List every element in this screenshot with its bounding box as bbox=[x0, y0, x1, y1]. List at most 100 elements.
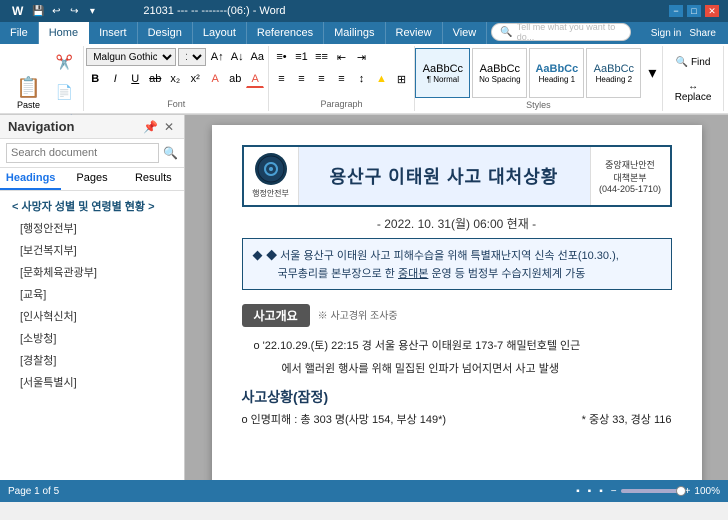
paste-button[interactable]: 📋Paste bbox=[9, 64, 49, 120]
right-agency-text: 중앙재난안전 대책본부 (044-205-1710) bbox=[599, 158, 661, 194]
zoom-out-button[interactable]: − bbox=[611, 486, 617, 497]
nav-close-button[interactable]: ✕ bbox=[162, 120, 176, 134]
zoom-thumb bbox=[676, 486, 686, 496]
quick-save[interactable]: 💾 bbox=[31, 4, 45, 18]
align-left-button[interactable]: ≡ bbox=[272, 70, 290, 88]
para2: 에서 핼러윈 행사를 위해 밀집된 인파가 넘어지면서 사고 발생 bbox=[270, 360, 672, 379]
style-h1-preview: AaBbCc bbox=[535, 63, 578, 75]
tab-file[interactable]: File bbox=[0, 22, 39, 44]
style-heading1[interactable]: AaBbCc Heading 1 bbox=[529, 48, 584, 98]
doc-logo-area: 행정안전부 bbox=[244, 147, 299, 205]
tell-me-box[interactable]: 🔍 Tell me what you want to do... bbox=[491, 23, 631, 41]
font-color-button[interactable]: A bbox=[246, 70, 264, 88]
ribbon-content: 📋Paste ✂️ 📄 🖌️ Clipboard Malgun Gothic bbox=[0, 44, 728, 114]
replace-button[interactable]: ↔ Replace bbox=[668, 78, 718, 106]
font-shrink-button[interactable]: A↓ bbox=[228, 48, 246, 66]
subscript-button[interactable]: x₂ bbox=[166, 70, 184, 88]
borders-button[interactable]: ⊞ bbox=[392, 70, 410, 88]
nav-item-1[interactable]: [행정안전부] bbox=[0, 217, 184, 239]
view-print-icon[interactable]: ▪ bbox=[588, 486, 592, 497]
clear-format-button[interactable]: Aa bbox=[248, 48, 266, 66]
nav-item-6[interactable]: [소방청] bbox=[0, 327, 184, 349]
maximize-button[interactable]: □ bbox=[686, 4, 702, 18]
nav-tab-headings[interactable]: Headings bbox=[0, 168, 61, 190]
align-right-button[interactable]: ≡ bbox=[312, 70, 330, 88]
find-button[interactable]: 🔍 Find bbox=[668, 48, 718, 76]
line-spacing-button[interactable]: ↕ bbox=[352, 70, 370, 88]
nav-tab-results[interactable]: Results bbox=[123, 168, 184, 190]
highlight-text-1: ◆ 서울 용산구 이태원 사고 피해수습을 위해 특별재난지역 신속 선포(10… bbox=[266, 250, 619, 262]
view-web-icon[interactable]: ▪ bbox=[599, 486, 603, 497]
tab-view[interactable]: View bbox=[443, 22, 488, 44]
highlight-text-2-suffix: 운영 등 범정부 수습지원체계 가동 bbox=[431, 268, 585, 280]
close-button[interactable]: ✕ bbox=[704, 4, 720, 18]
strikethrough-button[interactable]: ab bbox=[146, 70, 164, 88]
bullets-button[interactable]: ≡• bbox=[272, 48, 290, 66]
tab-references[interactable]: References bbox=[247, 22, 324, 44]
status-left: Page 1 of 5 bbox=[8, 486, 59, 497]
tab-review[interactable]: Review bbox=[386, 22, 443, 44]
title-bar-left: W 💾 ↩ ↪ ▾ 21031 --- -- -------(06:) - Wo… bbox=[8, 3, 286, 19]
nav-item-3[interactable]: [문화체육관광부] bbox=[0, 261, 184, 283]
tab-insert[interactable]: Insert bbox=[89, 22, 138, 44]
font-grow-button[interactable]: A↑ bbox=[208, 48, 226, 66]
nav-item-4[interactable]: [교육] bbox=[0, 283, 184, 305]
share-button[interactable]: Share bbox=[689, 28, 716, 39]
minimize-button[interactable]: − bbox=[668, 4, 684, 18]
style-no-spacing[interactable]: AaBbCc No Spacing bbox=[472, 48, 527, 98]
superscript-button[interactable]: x² bbox=[186, 70, 204, 88]
text-effects-button[interactable]: A bbox=[206, 70, 224, 88]
multilevel-list-button[interactable]: ≡≡ bbox=[312, 48, 330, 66]
align-center-button[interactable]: ≡ bbox=[292, 70, 310, 88]
tab-home[interactable]: Home bbox=[39, 22, 89, 44]
casualty-line: o 인명피해 : 총 303 명(사망 154, 부상 149*) * 중상 3… bbox=[242, 411, 672, 427]
font-name-select[interactable]: Malgun Gothic bbox=[86, 48, 176, 66]
window-controls[interactable]: − □ ✕ bbox=[668, 4, 720, 18]
nav-item-8[interactable]: [서울특별시] bbox=[0, 371, 184, 393]
style-h2-preview: AaBbCc bbox=[594, 63, 634, 75]
style-h2-label: Heading 2 bbox=[596, 75, 632, 84]
main-layout: Navigation 📌 ✕ 🔍 Headings Pages Results … bbox=[0, 115, 728, 480]
font-size-select[interactable]: 13 bbox=[178, 48, 206, 66]
cut-button[interactable]: ✂️ bbox=[51, 48, 79, 76]
decrease-indent-button[interactable]: ⇤ bbox=[332, 48, 350, 66]
nav-tabs: Headings Pages Results bbox=[0, 168, 184, 191]
highlight-text-2-prefix: 국무총리를 본부장으로 한 bbox=[267, 268, 399, 280]
nav-item-0[interactable]: < 사망자 성별 및 연령별 현황 > bbox=[0, 195, 184, 217]
nav-search-input[interactable] bbox=[6, 143, 159, 163]
zoom-slider[interactable] bbox=[621, 489, 681, 493]
numbering-button[interactable]: ≡1 bbox=[292, 48, 310, 66]
font-style-row: B I U ab x₂ x² A ab A bbox=[86, 70, 264, 88]
nav-content: < 사망자 성별 및 연령별 현황 > [행정안전부] [보건복지부] [문화체… bbox=[0, 191, 184, 480]
nav-item-2[interactable]: [보건복지부] bbox=[0, 239, 184, 261]
bold-button[interactable]: B bbox=[86, 70, 104, 88]
quick-redo[interactable]: ↪ bbox=[67, 4, 81, 18]
align-buttons: ≡ ≡ ≡ ≡ ↕ ▲ ⊞ bbox=[272, 70, 410, 88]
increase-indent-button[interactable]: ⇥ bbox=[352, 48, 370, 66]
style-normal[interactable]: AaBbCc ¶ Normal bbox=[415, 48, 470, 98]
shading-button[interactable]: ▲ bbox=[372, 70, 390, 88]
customize-quick-access[interactable]: ▾ bbox=[85, 4, 99, 18]
underline-button[interactable]: U bbox=[126, 70, 144, 88]
highlight-button[interactable]: ab bbox=[226, 70, 244, 88]
tab-mailings[interactable]: Mailings bbox=[324, 22, 385, 44]
tab-design[interactable]: Design bbox=[138, 22, 193, 44]
document-area[interactable]: 행정안전부 용산구 이태원 사고 대처상황 중앙재난안전 대책본부 (044-2… bbox=[185, 115, 728, 480]
style-heading2[interactable]: AaBbCc Heading 2 bbox=[586, 48, 641, 98]
justify-button[interactable]: ≡ bbox=[332, 70, 350, 88]
nav-pin-button[interactable]: 📌 bbox=[141, 120, 160, 134]
copy-button[interactable]: 📄 bbox=[51, 78, 79, 106]
nav-item-5[interactable]: [인사혁신처] bbox=[0, 305, 184, 327]
style-nospacing-label: No Spacing bbox=[479, 75, 520, 84]
font-name-row: Malgun Gothic 13 A↑ A↓ Aa bbox=[86, 48, 266, 66]
styles-more-button[interactable]: ▾ bbox=[643, 64, 661, 82]
nav-tab-pages[interactable]: Pages bbox=[61, 168, 122, 190]
tab-layout[interactable]: Layout bbox=[193, 22, 247, 44]
nav-item-7[interactable]: [경찰청] bbox=[0, 349, 184, 371]
italic-button[interactable]: I bbox=[106, 70, 124, 88]
quick-undo[interactable]: ↩ bbox=[49, 4, 63, 18]
signin-link[interactable]: Sign in bbox=[651, 28, 682, 39]
clipboard-group: 📋Paste ✂️ 📄 🖌️ Clipboard bbox=[4, 46, 84, 111]
view-normal-icon[interactable]: ▪ bbox=[576, 486, 580, 497]
nav-header: Navigation 📌 ✕ bbox=[0, 115, 184, 139]
